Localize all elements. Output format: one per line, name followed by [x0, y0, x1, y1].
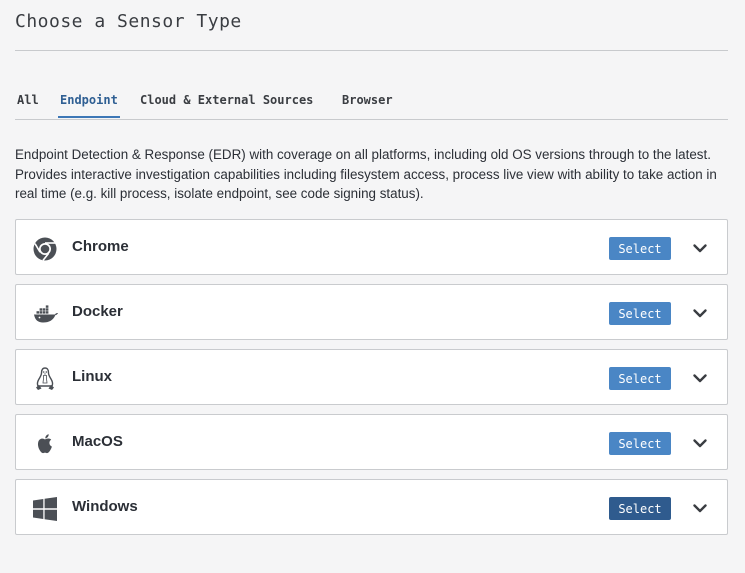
page-title: Choose a Sensor Type	[15, 11, 242, 32]
sensor-name: Windows	[72, 498, 138, 515]
sensor-name: Chrome	[72, 238, 129, 255]
tab-all[interactable]: All	[17, 86, 39, 118]
chevron-down-icon[interactable]	[690, 498, 710, 518]
sensor-name: MacOS	[72, 433, 123, 450]
chevron-down-icon[interactable]	[690, 433, 710, 453]
select-linux-button[interactable]: Select	[609, 367, 671, 390]
select-windows-button[interactable]: Select	[609, 497, 671, 520]
sensor-category-tabs: All Endpoint Cloud & External Sources Br…	[15, 86, 728, 120]
tab-endpoint[interactable]: Endpoint	[58, 86, 120, 118]
select-chrome-button[interactable]: Select	[609, 237, 671, 260]
apple-icon	[32, 431, 58, 457]
select-docker-button[interactable]: Select	[609, 302, 671, 325]
linux-icon	[32, 366, 58, 392]
tab-cloud-external-sources[interactable]: Cloud & External Sources	[140, 86, 313, 118]
tab-browser[interactable]: Browser	[342, 86, 393, 118]
sensor-name: Docker	[72, 303, 123, 320]
select-macos-button[interactable]: Select	[609, 432, 671, 455]
sensor-card-chrome[interactable]: Chrome Select	[15, 219, 728, 275]
chevron-down-icon[interactable]	[690, 303, 710, 323]
sensor-list: Chrome Select Docker Select Linux Select…	[15, 219, 728, 544]
windows-icon	[32, 496, 58, 522]
chevron-down-icon[interactable]	[690, 238, 710, 258]
sensor-card-linux[interactable]: Linux Select	[15, 349, 728, 405]
title-divider	[15, 50, 728, 51]
chevron-down-icon[interactable]	[690, 368, 710, 388]
sensor-card-docker[interactable]: Docker Select	[15, 284, 728, 340]
chrome-icon	[32, 236, 58, 262]
docker-icon	[32, 301, 58, 327]
sensor-card-windows[interactable]: Windows Select	[15, 479, 728, 535]
endpoint-description: Endpoint Detection & Response (EDR) with…	[15, 147, 717, 201]
sensor-name: Linux	[72, 368, 112, 385]
sensor-card-macos[interactable]: MacOS Select	[15, 414, 728, 470]
